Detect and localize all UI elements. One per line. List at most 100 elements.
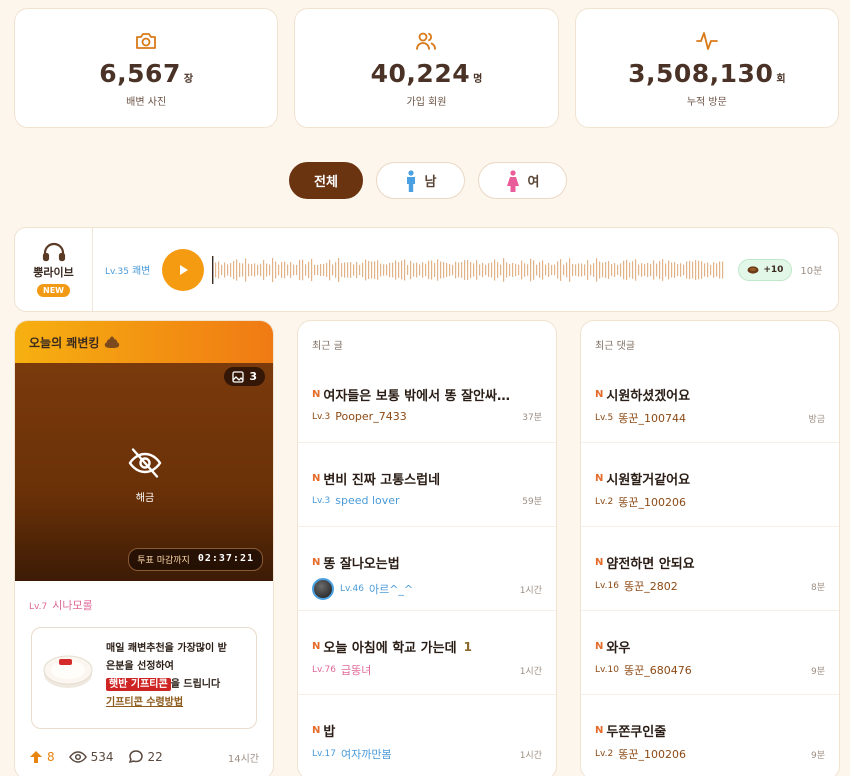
entry-time: 8분: [810, 582, 825, 593]
live-time: 10분: [800, 266, 823, 277]
wave-bar: [380, 263, 382, 276]
user-level: Lv.3: [312, 495, 331, 506]
wave-bar: [419, 263, 421, 276]
king-photo[interactable]: 3 해금 투표 마감까지 02:37:21: [15, 363, 273, 581]
list-item[interactable]: N 얌전하면 안되요 Lv.16 똥꾼_2802 8분: [581, 527, 839, 611]
user-name: 똥꾼_100206: [618, 496, 686, 509]
wave-bar: [668, 260, 670, 279]
list-item[interactable]: N 밥 Lv.17 여자까만봄 1시간: [298, 695, 556, 776]
wave-bar: [707, 262, 709, 277]
user-name: 아르^_^: [368, 583, 414, 596]
wave-bar: [317, 264, 319, 275]
user-name: 똥꾼_2802: [623, 580, 678, 593]
entry-time: 9분: [810, 750, 825, 761]
wave-bar: [710, 264, 712, 275]
king-user[interactable]: Lv.7 시나모롤: [15, 581, 273, 613]
list-item[interactable]: N똥 잘나오는법 Lv.46 아르^_^ 1시간: [298, 527, 556, 611]
gift-promo: 매일 쾌변추천을 가장많이 받 은분을 선정하여 햇반 기프티콘 을 드립니다 기…: [31, 627, 257, 729]
list-item[interactable]: N 와우 Lv.10 똥꾼_680476 9분: [581, 611, 839, 695]
promo-line-1: 매일 쾌변추천을 가장많이 받: [106, 643, 227, 654]
live-brand[interactable]: 뿡라이브 NEW: [15, 228, 93, 311]
entry-title: N 얌전하면 안되요: [595, 553, 825, 572]
recent-comments-card: 최근 댓글 N 시원하셨겠어요 Lv.5 똥꾼_100744 방금 N 시원할거같어요 Lv.…: [580, 320, 840, 776]
wave-bar: [338, 257, 340, 282]
user-name: 쾌변: [131, 266, 151, 277]
comments[interactable]: 22: [128, 749, 163, 765]
wave-bar: [581, 263, 583, 276]
list-item[interactable]: N 오늘 아침에 학교 가는데 1 Lv.76 급똥녀 1시간: [298, 611, 556, 695]
entry-title: N밥: [312, 721, 542, 740]
list-item[interactable]: N 시원하셨겠어요 Lv.5 똥꾼_100744 방금: [581, 359, 839, 443]
audio-waveform[interactable]: [212, 252, 724, 288]
wave-bar: [629, 262, 631, 277]
wave-bar: [716, 262, 718, 277]
entry-title-text: 시원할거같어요: [606, 473, 691, 488]
live-user[interactable]: Lv.35 쾌변: [105, 262, 150, 277]
wave-bar: [398, 261, 400, 278]
wave-bar: [395, 259, 397, 280]
wave-bar: [245, 257, 247, 282]
wave-bar: [218, 260, 220, 279]
wave-bar: [230, 262, 232, 277]
play-button[interactable]: [162, 248, 205, 291]
female-icon: [506, 169, 519, 192]
list-item[interactable]: N 시원할거같어요 Lv.2 똥꾼_100206: [581, 443, 839, 527]
wave-bar: [377, 259, 379, 280]
wave-bar: [674, 261, 676, 278]
wave-bar: [671, 262, 673, 277]
entry-title-text: 변비 진짜 고통스럽네: [323, 473, 441, 488]
wave-bar: [254, 262, 256, 277]
wave-bar: [692, 261, 694, 278]
list-item[interactable]: N 두쫀쿠인줄 Lv.2 똥꾼_100206 9분: [581, 695, 839, 776]
wave-bar: [641, 262, 643, 277]
wave-bar: [695, 259, 697, 280]
gifticon-guide-link[interactable]: 기프티콘 수령방법: [106, 697, 183, 708]
wave-bar: [488, 262, 490, 277]
filter-all-button[interactable]: 전체: [289, 162, 363, 199]
new-marker: N: [312, 389, 321, 400]
wave-bar: [620, 262, 622, 277]
wave-bar: [278, 264, 280, 275]
list-item[interactable]: N 변비 진짜 고통스럽네 Lv.3 speed lover 59분: [298, 443, 556, 527]
wave-bar: [314, 264, 316, 275]
stat-value: 40,224: [370, 59, 471, 88]
wave-bar: [602, 262, 604, 277]
wave-bar: [350, 261, 352, 278]
wave-bar: [635, 258, 637, 281]
stat-photos: 6,567 장 배변 사진: [14, 8, 279, 128]
wave-bar: [326, 262, 328, 277]
play-icon: [180, 264, 189, 275]
user-level: Lv.16: [595, 581, 619, 591]
stat-visits: 3,508,130 회 누적 방문: [574, 8, 839, 128]
wave-bar: [239, 262, 241, 277]
wave-bar: [290, 261, 292, 278]
wave-bar: [617, 264, 619, 275]
wave-bar: [536, 264, 538, 275]
wave-bar: [215, 262, 217, 277]
today-king-card[interactable]: 오늘의 쾌변킹 3 해금 투표 마감까지 02:37:21 Lv.7 시나모롤 매…: [14, 320, 274, 776]
list-item[interactable]: N 여자들은 보통 밖에서 똥 잘안싸… Lv.3 Pooper_7433 37분: [298, 359, 556, 443]
wave-bar: [362, 262, 364, 277]
wave-bar: [440, 260, 442, 279]
wave-bar: [656, 263, 658, 276]
new-marker: N: [595, 641, 604, 652]
entry-meta: Lv.46 아르^_^ 1시간: [312, 578, 542, 600]
wave-bar: [353, 263, 355, 276]
filter-male-label: 남: [424, 175, 437, 190]
entry-meta: Lv.17 여자까만봄 1시간: [312, 746, 542, 762]
wave-bar: [473, 262, 475, 277]
wave-bar: [383, 263, 385, 276]
wave-bar: [263, 259, 265, 280]
rice-bowl-image: [43, 655, 93, 688]
upvote-button[interactable]: 8: [29, 750, 55, 764]
wave-bar: [227, 263, 229, 276]
user-level: Lv.2: [595, 497, 614, 507]
filter-female-button[interactable]: 여: [478, 162, 567, 199]
entry-title: N 여자들은 보통 밖에서 똥 잘안싸…: [312, 385, 542, 404]
wave-bar: [461, 261, 463, 278]
wave-bar: [287, 264, 289, 275]
filter-male-button[interactable]: 남: [376, 162, 465, 199]
wave-bar: [647, 262, 649, 277]
wave-bar: [407, 264, 409, 275]
wave-bar: [233, 260, 235, 279]
